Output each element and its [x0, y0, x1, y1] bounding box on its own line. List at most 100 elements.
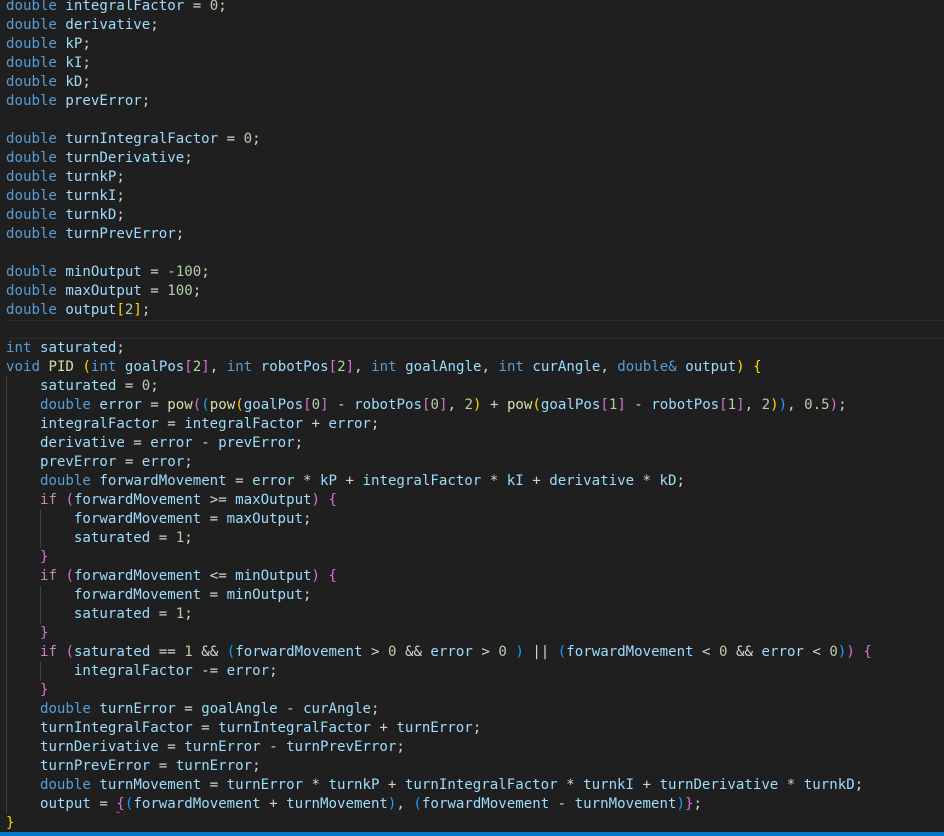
code-text: >=	[201, 492, 236, 508]
code-token: 1	[184, 644, 193, 660]
code-line[interactable]: double turnDerivative;	[0, 149, 944, 168]
code-line[interactable]: double turnkP;	[0, 168, 944, 187]
code-line[interactable]: saturated = 1;	[0, 529, 944, 548]
code-text: ;	[252, 758, 261, 774]
code-token: double	[6, 226, 57, 242]
code-line[interactable]: double turnMovement = turnError * turnkP…	[0, 776, 944, 795]
code-line[interactable]: if (forwardMovement >= maxOutput) {	[0, 491, 944, 510]
code-line[interactable]: double forwardMovement = error * kP + in…	[0, 472, 944, 491]
code-text: ==	[150, 644, 185, 660]
code-token: double	[6, 131, 57, 147]
code-line[interactable]: turnDerivative = turnError - turnPrevErr…	[0, 738, 944, 757]
code-line[interactable]: double turnkI;	[0, 187, 944, 206]
code-line[interactable]: double kI;	[0, 54, 944, 73]
code-text: ;	[252, 131, 261, 147]
code-text: =	[141, 397, 168, 413]
indent-guide	[6, 624, 7, 643]
code-text: +	[303, 416, 329, 432]
code-token: saturated	[39, 378, 117, 394]
code-line[interactable]	[0, 111, 944, 130]
code-token: maxOutput	[65, 283, 142, 299]
code-line[interactable]: double turnPrevError;	[0, 225, 944, 244]
code-token: (	[65, 568, 74, 584]
code-line[interactable]: }	[0, 681, 944, 700]
code-text: +	[379, 777, 405, 793]
code-line[interactable]: prevError = error;	[0, 453, 944, 472]
code-token: turnkD	[803, 777, 855, 793]
code-line[interactable]: integralFactor -= error;	[0, 662, 944, 681]
code-editor[interactable]: double integralFactor = 0; double derivat…	[0, 0, 944, 832]
code-line[interactable]: }	[0, 548, 944, 567]
code-line[interactable]	[0, 320, 944, 339]
code-token: )	[311, 568, 321, 584]
code-token: 2	[337, 359, 346, 375]
code-line[interactable]: double minOutput = -100;	[0, 263, 944, 282]
code-token: turnIntegralFactor	[65, 131, 219, 147]
indent-guide	[6, 510, 7, 529]
code-token: turnError	[99, 701, 176, 717]
code-token: kI	[506, 473, 524, 489]
code-text: =	[124, 435, 151, 451]
code-text: ||	[523, 644, 558, 660]
code-line[interactable]: double error = pow((pow(goalPos[0] - rob…	[0, 396, 944, 415]
code-text: <	[693, 644, 720, 660]
code-line[interactable]: forwardMovement = maxOutput;	[0, 510, 944, 529]
code-line[interactable]: integralFactor = integralFactor + error;	[0, 415, 944, 434]
code-line[interactable]: double turnError = goalAngle - curAngle;	[0, 700, 944, 719]
code-line[interactable]: double maxOutput = 100;	[0, 282, 944, 301]
code-line[interactable]: }	[0, 814, 944, 833]
code-token: output	[685, 359, 737, 375]
indent-guide	[6, 643, 7, 662]
code-line[interactable]: double turnIntegralFactor = 0;	[0, 130, 944, 149]
code-line[interactable]: double prevError;	[0, 92, 944, 111]
code-line[interactable]: derivative = error - prevError;	[0, 434, 944, 453]
code-line[interactable]: double turnkD;	[0, 206, 944, 225]
code-token: error	[328, 416, 371, 432]
code-text: &&	[192, 644, 227, 660]
code-area[interactable]: double integralFactor = 0; double derivat…	[0, 0, 944, 833]
code-text: ;	[184, 606, 193, 622]
code-line[interactable]: double kP;	[0, 35, 944, 54]
code-token: double	[6, 188, 57, 204]
code-token: double	[39, 397, 91, 413]
code-line[interactable]	[0, 244, 944, 263]
code-token: (	[226, 644, 236, 660]
status-bar	[0, 832, 944, 836]
code-line[interactable]: void PID (int goalPos[2], int robotPos[2…	[0, 358, 944, 377]
code-line[interactable]: output = {(forwardMovement + turnMovemen…	[0, 795, 944, 814]
code-token: turnkD	[65, 207, 117, 223]
code-token: int	[371, 359, 397, 375]
code-token: 0	[829, 644, 838, 660]
code-token: 1	[175, 606, 185, 622]
code-line[interactable]: turnIntegralFactor = turnIntegralFactor …	[0, 719, 944, 738]
code-line[interactable]: if (saturated == 1 && (forwardMovement >…	[0, 643, 944, 662]
code-line[interactable]: double kD;	[0, 73, 944, 92]
code-token: forwardMovement	[99, 473, 227, 489]
code-line[interactable]: forwardMovement = minOutput;	[0, 586, 944, 605]
code-line[interactable]: }	[0, 624, 944, 643]
code-text: -=	[192, 663, 227, 679]
code-line[interactable]: saturated = 1;	[0, 605, 944, 624]
code-token: int	[90, 359, 117, 375]
code-line[interactable]: double output[2];	[0, 301, 944, 320]
code-line[interactable]: int saturated;	[0, 339, 944, 358]
code-text: -	[625, 397, 652, 413]
code-line[interactable]: if (forwardMovement <= minOutput) {	[0, 567, 944, 586]
code-text: -	[192, 435, 219, 451]
code-line[interactable]: turnPrevError = turnError;	[0, 757, 944, 776]
code-token: turnPrevError	[39, 758, 151, 774]
code-line[interactable]: double integralFactor = 0;	[0, 0, 944, 16]
code-text: =	[158, 739, 185, 755]
indent-guide	[6, 548, 7, 567]
code-text: ,	[396, 796, 414, 812]
code-line[interactable]: saturated = 0;	[0, 377, 944, 396]
code-line[interactable]: double derivative;	[0, 16, 944, 35]
code-token: )	[311, 492, 321, 508]
code-token: )	[676, 796, 685, 812]
